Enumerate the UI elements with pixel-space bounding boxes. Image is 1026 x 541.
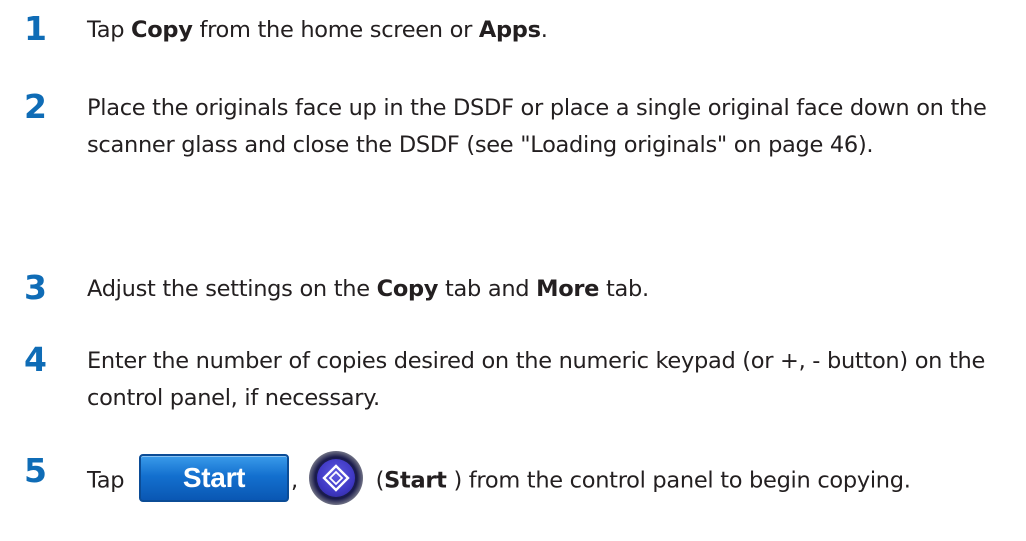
start-button-image: Start: [139, 454, 290, 502]
start-label: Start: [384, 467, 447, 494]
step-text-part: tab.: [599, 276, 649, 302]
step-number: 1: [24, 9, 47, 48]
step-text-part: (: [368, 467, 385, 494]
step-number: 2: [24, 87, 47, 126]
apps-label: Apps: [478, 17, 541, 43]
step-text-part: .: [540, 17, 548, 43]
step-text: Enter the number of copies desired on th…: [87, 348, 986, 411]
step-text-part: ,: [291, 467, 305, 494]
step-text: Place the originals face up in the DSDF …: [87, 95, 987, 158]
step-text-part: Tap: [87, 467, 132, 494]
step-text-part: Adjust the settings on the: [87, 276, 377, 302]
copy-label: Copy: [131, 17, 193, 43]
copy-tab-label: Copy: [376, 276, 439, 302]
step-text-part: tab and: [438, 276, 537, 302]
step-number: 5: [24, 451, 47, 490]
step-text: Tap Start, (Start ) from the control pan…: [87, 451, 1026, 508]
step-text-part: from the home screen or: [192, 17, 479, 43]
step-text: Tap Copy from the home screen or Apps.: [87, 12, 1026, 49]
step-number: 3: [24, 268, 47, 307]
start-diamond-icon: [308, 451, 363, 505]
more-tab-label: More: [536, 276, 600, 302]
step-text-part: ) from the control panel to begin copyin…: [446, 467, 911, 494]
step-number: 4: [24, 340, 47, 379]
step-text: Adjust the settings on the Copy tab and …: [87, 271, 1026, 308]
step-text-part: Tap: [87, 17, 132, 43]
